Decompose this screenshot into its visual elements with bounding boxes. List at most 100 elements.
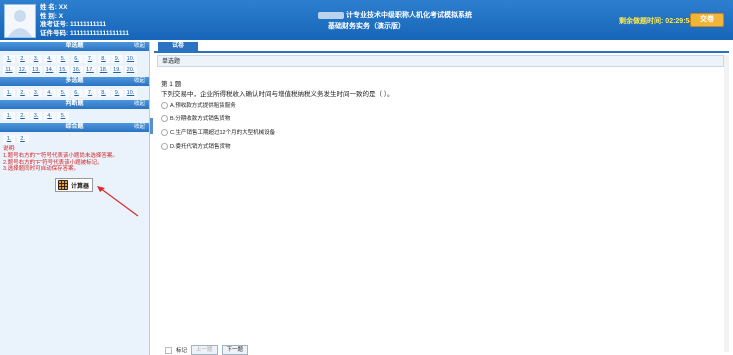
section-title: 多选题 <box>65 78 84 84</box>
question-number-link[interactable]: 9. <box>111 89 123 97</box>
calculator-label: 计算器 <box>71 183 90 190</box>
question-number-link[interactable]: 3. <box>30 89 42 97</box>
candidate-gender: 性 别: X <box>40 12 64 20</box>
mark-checkbox[interactable] <box>165 346 172 354</box>
multi-row-1: 1. 2. 3. 4. 5. 6. 7. 8. 9. 10. <box>3 89 137 97</box>
question-number-link[interactable]: 16. <box>70 66 83 74</box>
question-number-link[interactable]: 19. <box>111 66 123 74</box>
prev-button[interactable]: 上一题 <box>191 345 218 355</box>
question-number-link[interactable]: 4. <box>43 112 56 120</box>
question-number-link[interactable]: 7. <box>84 55 96 63</box>
question-number-link[interactable]: 9. <box>111 55 123 63</box>
radio-button[interactable] <box>161 128 168 136</box>
content-scrollbar[interactable] <box>724 55 729 352</box>
collapse-toggle[interactable]: 收起 <box>134 123 145 132</box>
calculator-button[interactable]: 计算器 <box>55 178 93 192</box>
collapse-toggle[interactable]: 收起 <box>134 100 145 109</box>
question-number-link[interactable]: 13. <box>30 66 42 74</box>
option-label: D.委托代销方式销售货物 <box>170 144 231 150</box>
option-c[interactable]: C.生产销售工期超过12个月的大型机械设备 <box>161 128 275 136</box>
calculator-icon <box>58 180 68 190</box>
question-number-link[interactable]: 1. <box>3 135 15 143</box>
timer-label: 剩余做题时间: <box>619 18 664 25</box>
tab-paper[interactable]: 试卷 <box>158 42 198 51</box>
question-number-link[interactable]: 7. <box>84 89 96 97</box>
question-number-link[interactable]: 4. <box>43 89 56 97</box>
instructions-title: 说明: <box>3 146 16 152</box>
candidate-info: 姓 名: XX 性 别: X 准考证号: 11111111111 证件号码: 1… <box>40 4 129 38</box>
question-number: 第 1 题 <box>161 81 182 88</box>
collapse-toggle[interactable]: 收起 <box>134 42 145 51</box>
instructions: 说明: 1.题号右方的“*”符号代表该小题尚未选择答案。 2.题号右方的“F”符… <box>3 146 118 173</box>
question-number-link[interactable]: 5. <box>57 112 69 120</box>
question-number-link[interactable]: 3. <box>30 112 42 120</box>
question-number-link[interactable]: 20. <box>124 66 137 74</box>
section-title: 单选题 <box>65 43 84 49</box>
question-number-link[interactable]: 3. <box>30 55 42 63</box>
candidate-id-number: 证件号码: 111111111111111111 <box>40 29 129 37</box>
timer: 剩余做题时间: 02:29:54 <box>619 16 693 26</box>
question-number-link[interactable]: 1. <box>3 89 15 97</box>
candidate-name: 姓 名: XX <box>40 4 68 11</box>
section-header-multi[interactable]: 多选题 收起 <box>0 77 149 86</box>
question-number-link[interactable]: 2. <box>16 89 29 97</box>
exam-title-line2: 基础财务实务（演示版） <box>328 23 405 30</box>
question-number-link[interactable]: 6. <box>70 55 83 63</box>
question-number-link[interactable]: 5. <box>57 89 69 97</box>
exam-title: 计专业技术中级职称人机化考试模拟系统 基础财务实务（演示版） <box>318 10 472 32</box>
option-label: A.预收款方式提供租赁服务 <box>170 103 236 109</box>
judge-row-1: 1. 2. 3. 4. 5. <box>3 112 69 120</box>
header-bar: 姓 名: XX 性 别: X 准考证号: 11111111111 证件号码: 1… <box>0 0 733 40</box>
question-number-link[interactable]: 17. <box>84 66 96 74</box>
section-title: 判断题 <box>65 101 84 107</box>
radio-button[interactable] <box>161 101 168 109</box>
section-header-single[interactable]: 单选题 收起 <box>0 42 149 51</box>
question-number-link[interactable]: 4. <box>43 55 56 63</box>
section-title: 综合题 <box>65 124 84 130</box>
question-navigator: 单选题 收起 1. 2. 3. 4. 5. 6. 7. 8. 9. 10. 11. 12. 13. 14… <box>0 42 150 355</box>
question-number-link[interactable]: 18. <box>97 66 110 74</box>
question-type-bar: 单选题 <box>157 55 724 67</box>
tab-bar: 试卷 <box>154 42 729 53</box>
question-number-link[interactable]: 8. <box>97 55 110 63</box>
comprehensive-row-1: 1. 2. <box>3 135 29 143</box>
single-row-2: 11. 12. 13. 14. 15. 16. 17. 18. 19. 20. <box>3 66 137 74</box>
mark-label: 标记 <box>176 348 188 354</box>
question-number-link[interactable]: 11. <box>3 66 15 74</box>
single-row-1: 1. 2. 3. 4. 5. 6. 7. 8. 9. 10. <box>3 55 137 63</box>
next-button[interactable]: 下一题 <box>221 345 249 355</box>
question-number-link[interactable]: 1. <box>3 112 15 120</box>
question-number-link[interactable]: 6. <box>70 89 83 97</box>
instructions-line: 3.选择题同时可自动保存答案。 <box>3 166 80 173</box>
radio-button[interactable] <box>161 142 168 150</box>
radio-button[interactable] <box>161 114 168 122</box>
question-number-link[interactable]: 15. <box>57 66 69 74</box>
question-number-link[interactable]: 2. <box>16 55 29 63</box>
question-number-link[interactable]: 12. <box>16 66 29 74</box>
question-number-link[interactable]: 1. <box>3 55 15 63</box>
instructions-line: 1.题号右方的“*”符号代表该小题尚未选择答案。 <box>3 152 118 159</box>
candidate-ticket-number: 准考证号: 11111111111 <box>40 21 107 29</box>
collapse-toggle[interactable]: 收起 <box>134 77 145 86</box>
section-header-judge[interactable]: 判断题 收起 <box>0 100 149 109</box>
redacted-block <box>318 11 344 19</box>
option-label: C.生产销售工期超过12个月的大型机械设备 <box>170 130 276 136</box>
question-number-link[interactable]: 14. <box>43 66 56 74</box>
navigator-scroll-indicator[interactable] <box>150 118 153 134</box>
avatar <box>4 4 36 38</box>
section-header-comprehensive[interactable]: 综合题 收起 <box>0 123 149 132</box>
option-a[interactable]: A.预收款方式提供租赁服务 <box>161 101 236 109</box>
option-b[interactable]: B.分期收款方式销售货物 <box>161 114 230 122</box>
option-label: B.分期收款方式销售货物 <box>170 116 231 122</box>
option-d[interactable]: D.委托代销方式销售货物 <box>161 142 231 150</box>
question-number-link[interactable]: 2. <box>16 112 29 120</box>
question-number-link[interactable]: 10. <box>124 55 137 63</box>
question-number-link[interactable]: 8. <box>97 89 110 97</box>
question-text: 下列交易中，企业所得税收入确认时间与增值税纳税义务发生时间一致的是（ ）。 <box>161 91 394 98</box>
question-number-link[interactable]: 2. <box>16 135 29 143</box>
question-number-link[interactable]: 5. <box>57 55 69 63</box>
bottom-toolbar: 标记 上一题 下一题 <box>165 345 249 355</box>
submit-button[interactable]: 交卷 <box>690 13 724 27</box>
annotation-arrow <box>97 186 139 217</box>
question-number-link[interactable]: 10. <box>124 89 137 97</box>
